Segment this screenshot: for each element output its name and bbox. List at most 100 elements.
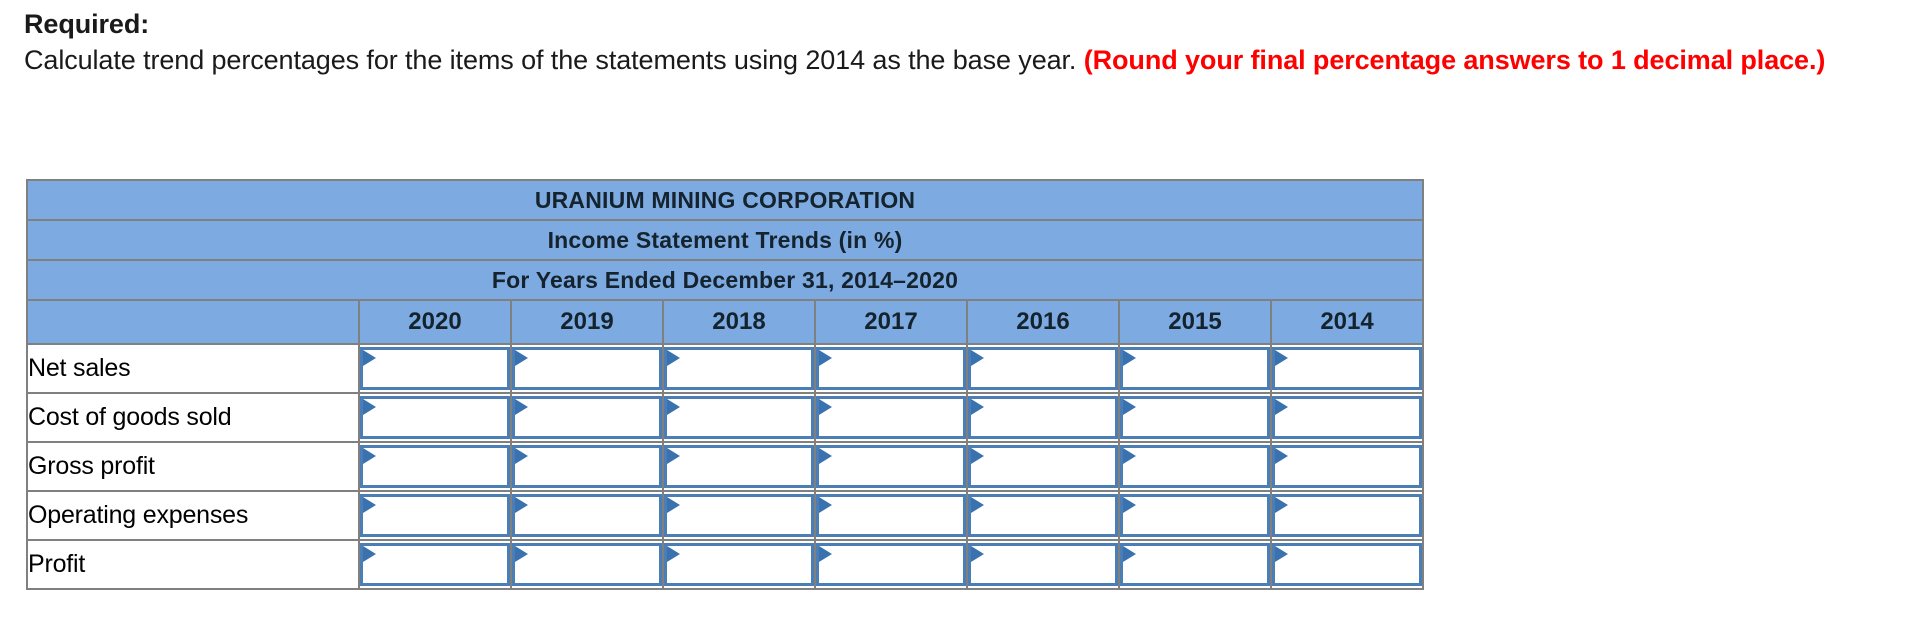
input-cogs-2020[interactable] — [360, 396, 510, 439]
input-cogs-2015[interactable] — [1120, 396, 1270, 439]
cell-cogs-2017 — [814, 392, 968, 443]
cell-net-sales-2018 — [662, 343, 816, 394]
cell-net-sales-2017 — [814, 343, 968, 394]
input-profit-2017[interactable] — [816, 543, 966, 586]
cell-operating-expenses-2014 — [1269, 490, 1425, 541]
input-profit-2015[interactable] — [1120, 543, 1270, 586]
input-cogs-2016[interactable] — [968, 396, 1118, 439]
input-operating-expenses-2015[interactable] — [1120, 494, 1270, 537]
cell-operating-expenses-2019 — [510, 490, 664, 541]
cell-cogs-2019 — [510, 392, 664, 443]
instruction-main: Calculate trend percentages for the item… — [24, 45, 1084, 75]
input-gross-profit-2017[interactable] — [816, 445, 966, 488]
input-gross-profit-2015[interactable] — [1120, 445, 1270, 488]
cell-gross-profit-2019 — [510, 441, 664, 492]
input-profit-2014[interactable] — [1272, 543, 1423, 586]
column-header-2018: 2018 — [662, 299, 816, 345]
table-row: Gross profit — [26, 441, 1425, 492]
table-title-row-1: URANIUM MINING CORPORATION — [25, 179, 1425, 221]
input-gross-profit-2020[interactable] — [360, 445, 510, 488]
column-header-row: 2020 2019 2018 2017 2016 2015 2014 — [26, 299, 1425, 345]
input-operating-expenses-2016[interactable] — [968, 494, 1118, 537]
cell-operating-expenses-2017 — [814, 490, 968, 541]
cell-profit-2017 — [814, 539, 968, 590]
input-net-sales-2015[interactable] — [1120, 347, 1270, 390]
column-header-2019: 2019 — [510, 299, 664, 345]
input-net-sales-2020[interactable] — [360, 347, 510, 390]
column-header-2020: 2020 — [358, 299, 512, 345]
input-cogs-2017[interactable] — [816, 396, 966, 439]
rounding-note: (Round your final percentage answers to … — [1083, 45, 1826, 75]
cell-cogs-2014 — [1269, 392, 1425, 443]
cell-cogs-2020 — [359, 392, 512, 443]
cell-gross-profit-2014 — [1269, 441, 1425, 492]
input-profit-2018[interactable] — [664, 543, 814, 586]
cell-profit-2019 — [510, 539, 664, 590]
row-label-operating-expenses: Operating expenses — [26, 490, 360, 541]
table-row: Net sales — [26, 343, 1425, 394]
cell-net-sales-2020 — [359, 343, 512, 394]
input-operating-expenses-2014[interactable] — [1272, 494, 1423, 537]
table-title-row-2: Income Statement Trends (in %) — [25, 219, 1425, 261]
input-gross-profit-2016[interactable] — [968, 445, 1118, 488]
row-label-gross-profit: Gross profit — [26, 441, 360, 492]
label-column-header — [26, 299, 360, 345]
table-title-row-3: For Years Ended December 31, 2014–2020 — [25, 259, 1425, 301]
company-name: URANIUM MINING CORPORATION — [25, 179, 1425, 221]
input-gross-profit-2014[interactable] — [1272, 445, 1423, 488]
cell-gross-profit-2020 — [359, 441, 512, 492]
input-net-sales-2016[interactable] — [968, 347, 1118, 390]
cell-cogs-2015 — [1118, 392, 1272, 443]
cell-profit-2016 — [966, 539, 1120, 590]
cell-profit-2015 — [1118, 539, 1272, 590]
cell-operating-expenses-2016 — [966, 490, 1120, 541]
input-net-sales-2017[interactable] — [816, 347, 966, 390]
cell-cogs-2016 — [966, 392, 1120, 443]
cell-net-sales-2016 — [966, 343, 1120, 394]
cell-net-sales-2019 — [510, 343, 664, 394]
cell-gross-profit-2016 — [966, 441, 1120, 492]
input-cogs-2019[interactable] — [512, 396, 662, 439]
cell-net-sales-2014 — [1269, 343, 1425, 394]
column-header-2017: 2017 — [814, 299, 968, 345]
row-label-profit: Profit — [26, 539, 360, 590]
cell-operating-expenses-2020 — [359, 490, 512, 541]
column-header-2014: 2014 — [1269, 299, 1425, 345]
cell-operating-expenses-2018 — [662, 490, 816, 541]
input-profit-2020[interactable] — [360, 543, 510, 586]
input-net-sales-2019[interactable] — [512, 347, 662, 390]
prompt-block: Required: Calculate trend percentages fo… — [24, 6, 1884, 78]
statement-name: Income Statement Trends (in %) — [25, 219, 1425, 261]
cell-profit-2014 — [1269, 539, 1425, 590]
input-net-sales-2014[interactable] — [1272, 347, 1423, 390]
cell-net-sales-2015 — [1118, 343, 1272, 394]
instruction-text: Calculate trend percentages for the item… — [24, 42, 1884, 78]
column-header-2016: 2016 — [966, 299, 1120, 345]
input-operating-expenses-2020[interactable] — [360, 494, 510, 537]
cell-gross-profit-2017 — [814, 441, 968, 492]
cell-gross-profit-2018 — [662, 441, 816, 492]
cell-profit-2018 — [662, 539, 816, 590]
row-label-cost-of-goods-sold: Cost of goods sold — [26, 392, 360, 443]
column-header-2015: 2015 — [1118, 299, 1272, 345]
table-row: Cost of goods sold — [26, 392, 1425, 443]
input-operating-expenses-2019[interactable] — [512, 494, 662, 537]
statement-period: For Years Ended December 31, 2014–2020 — [25, 259, 1425, 301]
input-cogs-2014[interactable] — [1272, 396, 1423, 439]
table-row: Operating expenses — [26, 490, 1425, 541]
input-cogs-2018[interactable] — [664, 396, 814, 439]
required-label: Required: — [24, 9, 150, 39]
input-net-sales-2018[interactable] — [664, 347, 814, 390]
worksheet-page: Required: Calculate trend percentages fo… — [0, 0, 1910, 638]
cell-gross-profit-2015 — [1118, 441, 1272, 492]
income-statement-trends-table: URANIUM MINING CORPORATION Income Statem… — [25, 179, 1425, 590]
input-profit-2016[interactable] — [968, 543, 1118, 586]
cell-cogs-2018 — [662, 392, 816, 443]
input-operating-expenses-2018[interactable] — [664, 494, 814, 537]
input-gross-profit-2019[interactable] — [512, 445, 662, 488]
input-operating-expenses-2017[interactable] — [816, 494, 966, 537]
input-gross-profit-2018[interactable] — [664, 445, 814, 488]
cell-operating-expenses-2015 — [1118, 490, 1272, 541]
table-row: Profit — [26, 539, 1425, 590]
input-profit-2019[interactable] — [512, 543, 662, 586]
